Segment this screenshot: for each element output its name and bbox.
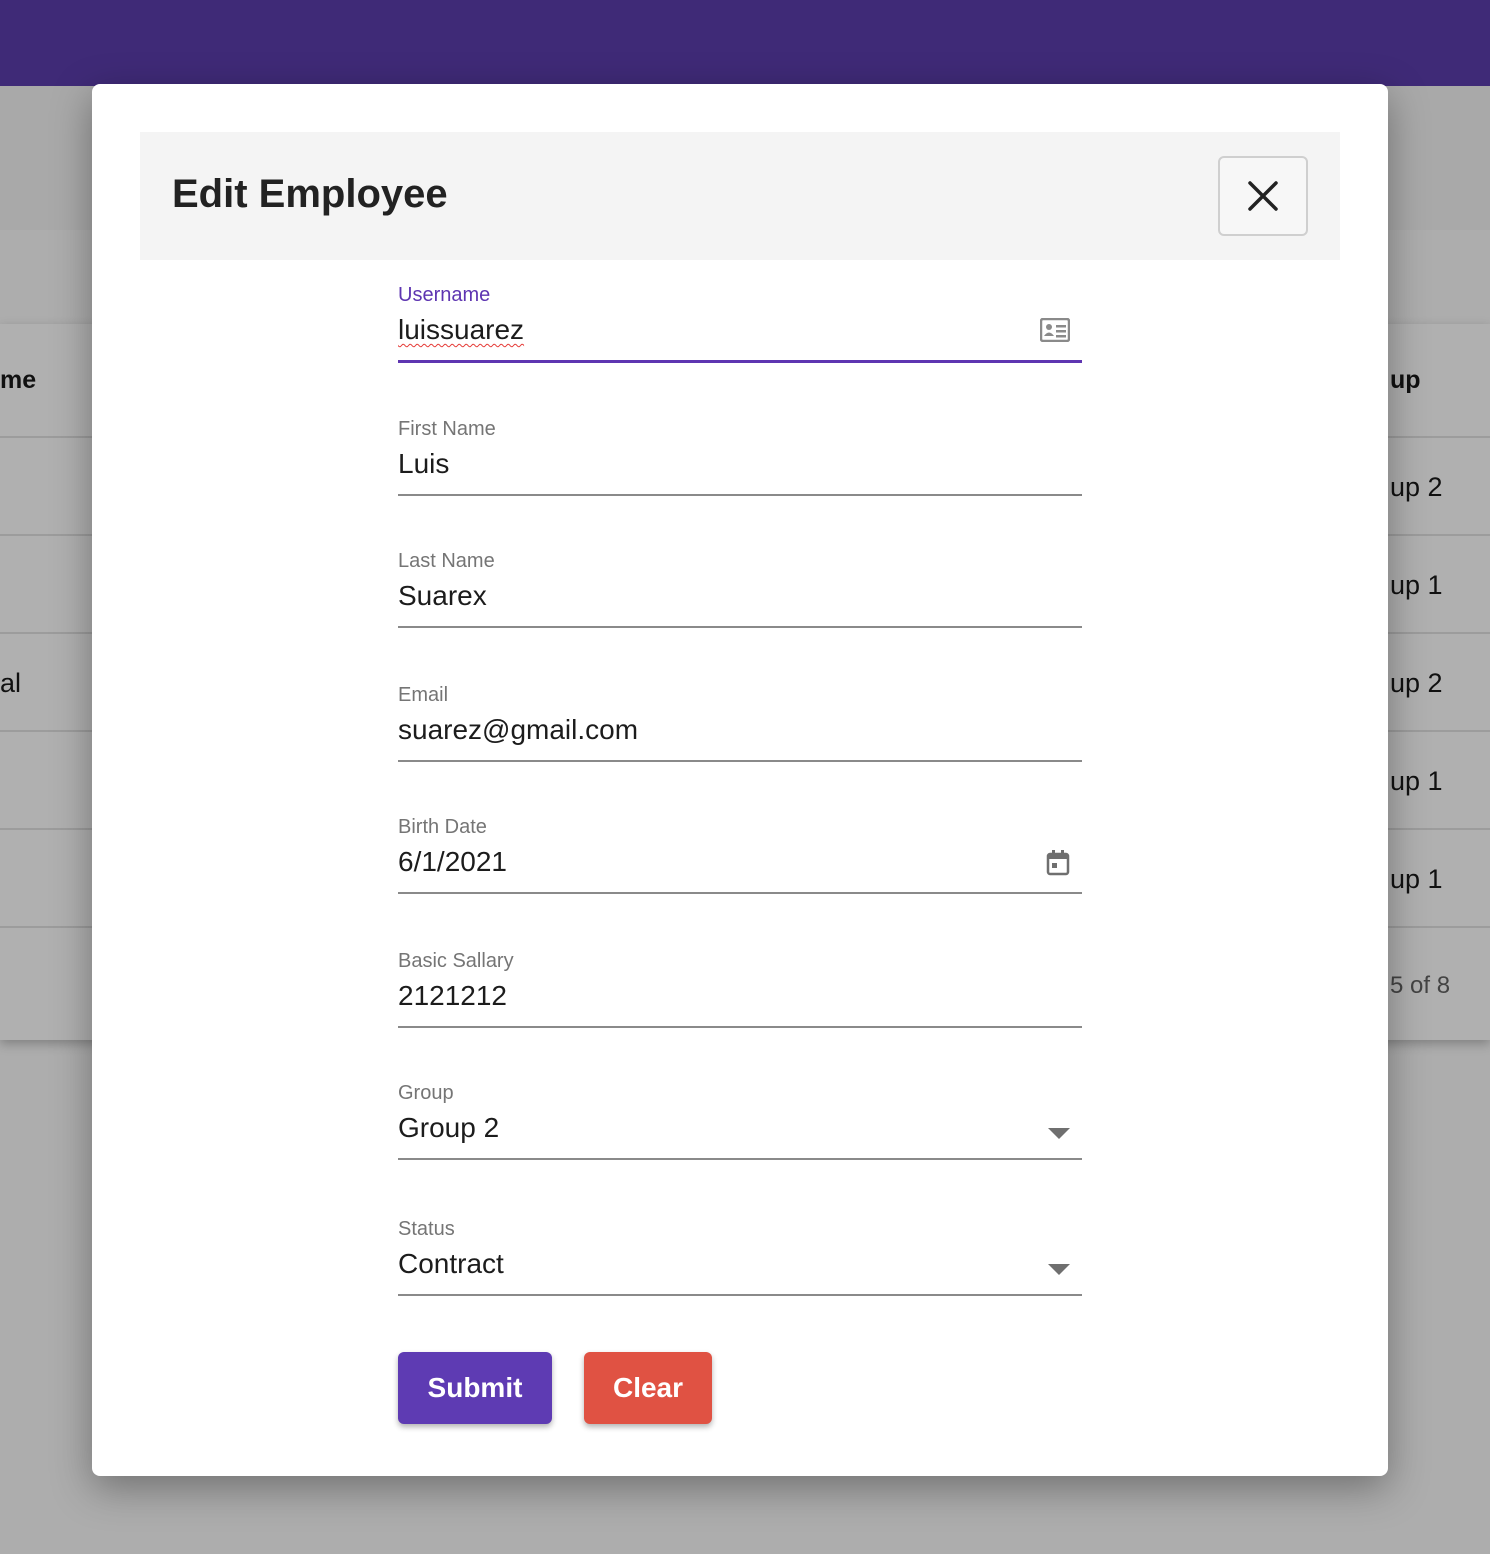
clear-button[interactable]: Clear <box>584 1352 712 1424</box>
username-underline <box>398 360 1082 363</box>
edit-employee-dialog: Edit Employee Username luissuarez First … <box>92 84 1388 1476</box>
basic-salary-underline <box>398 1026 1082 1028</box>
basic-salary-input[interactable]: 2121212 <box>398 980 507 1012</box>
email-field[interactable]: Email suarez@gmail.com <box>398 684 1082 794</box>
dropdown-arrow-icon[interactable] <box>1048 1264 1070 1276</box>
last-name-underline <box>398 626 1082 628</box>
group-label: Group <box>398 1082 454 1104</box>
table-cell-group: up 2 <box>1390 472 1443 502</box>
first-name-label: First Name <box>398 418 496 440</box>
email-underline <box>398 760 1082 762</box>
submit-button[interactable]: Submit <box>398 1352 552 1424</box>
close-button[interactable] <box>1218 156 1308 236</box>
email-input[interactable]: suarez@gmail.com <box>398 714 638 746</box>
birth-date-label: Birth Date <box>398 816 487 838</box>
table-cell-group: up 1 <box>1390 766 1443 796</box>
table-cell-group: up 1 <box>1390 570 1443 600</box>
table-cell-group: up 2 <box>1390 668 1443 698</box>
first-name-input[interactable]: Luis <box>398 448 449 480</box>
dialog-title: Edit Employee <box>172 172 448 216</box>
group-underline <box>398 1158 1082 1160</box>
last-name-field[interactable]: Last Name Suarex <box>398 550 1082 660</box>
username-label: Username <box>398 284 491 306</box>
table-cell-group: up 1 <box>1390 864 1443 894</box>
first-name-field[interactable]: First Name Luis <box>398 418 1082 528</box>
dropdown-arrow-icon[interactable] <box>1048 1128 1070 1140</box>
status-selected-value[interactable]: Contract <box>398 1248 504 1280</box>
table-cell-name: al <box>0 668 22 698</box>
table-header-right: up <box>1390 366 1421 394</box>
birth-date-underline <box>398 892 1082 894</box>
calendar-icon[interactable] <box>1046 850 1070 876</box>
email-label: Email <box>398 684 449 706</box>
username-field[interactable]: Username luissuarez <box>398 284 1082 394</box>
group-select[interactable]: Group Group 2 <box>398 1082 1082 1192</box>
dialog-header: Edit Employee <box>140 132 1340 260</box>
basic-salary-field[interactable]: Basic Sallary 2121212 <box>398 950 1082 1060</box>
status-select[interactable]: Status Contract <box>398 1218 1082 1328</box>
last-name-label: Last Name <box>398 550 495 572</box>
group-selected-value[interactable]: Group 2 <box>398 1112 499 1144</box>
birth-date-field[interactable]: Birth Date 6/1/2021 <box>398 816 1082 926</box>
status-underline <box>398 1294 1082 1296</box>
contact-card-icon <box>1040 318 1070 342</box>
birth-date-input[interactable]: 6/1/2021 <box>398 846 507 878</box>
last-name-input[interactable]: Suarex <box>398 580 487 612</box>
first-name-underline <box>398 494 1082 496</box>
username-input[interactable]: luissuarez <box>398 314 524 346</box>
close-icon <box>1248 181 1278 211</box>
status-label: Status <box>398 1218 455 1240</box>
basic-salary-label: Basic Sallary <box>398 950 514 972</box>
table-header-left: me <box>0 366 37 394</box>
pagination-label: 5 of 8 <box>1390 972 1451 999</box>
app-top-bar <box>0 0 1490 86</box>
